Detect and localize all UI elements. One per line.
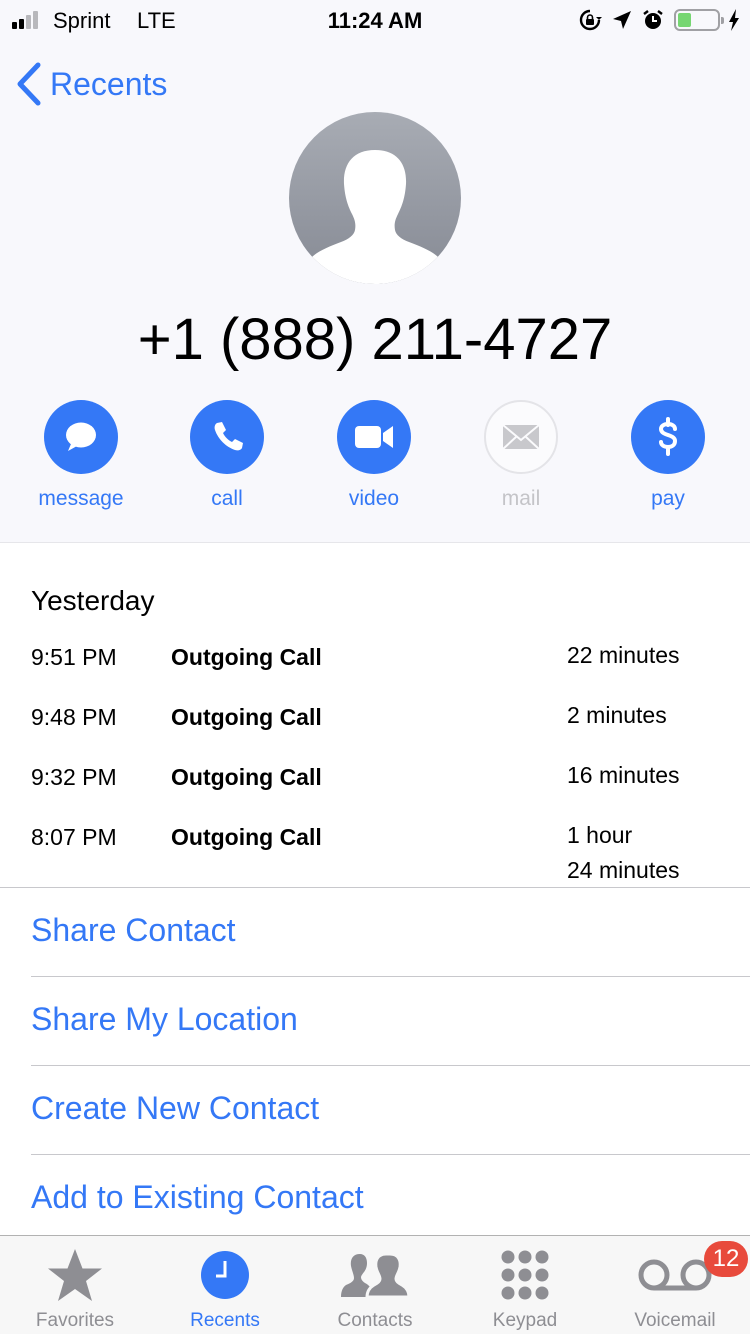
video-label: video xyxy=(348,487,400,510)
contact-avatar xyxy=(289,112,461,284)
call-duration: 2 minutes xyxy=(567,702,667,728)
create-new-contact-button[interactable]: Create New Contact xyxy=(0,1066,750,1155)
call-duration: 22 minutes xyxy=(567,642,680,668)
call-duration: 16 minutes xyxy=(567,762,680,788)
call-type: Outgoing Call xyxy=(171,764,322,790)
dollar-icon xyxy=(658,417,678,456)
call-history-row: 9:51 PM Outgoing Call 22 minutes xyxy=(0,640,750,700)
add-to-existing-contact-button[interactable]: Add to Existing Contact xyxy=(0,1155,750,1244)
tab-favorites[interactable]: Favorites xyxy=(0,1236,150,1334)
back-label: Recents xyxy=(50,65,168,102)
quick-actions: message call video mail pay xyxy=(0,400,750,520)
mail-label: mail xyxy=(501,487,541,510)
status-bar: Sprint LTE 11:24 AM xyxy=(0,0,750,40)
voicemail-icon xyxy=(638,1259,712,1291)
call-history-row: 8:07 PM Outgoing Call 1 hour 24 minutes xyxy=(0,820,750,883)
contacts-icon xyxy=(341,1252,410,1298)
contact-phone-number: +1 (888) 211-4727 xyxy=(137,307,613,372)
message-bubble-icon xyxy=(66,422,96,451)
call-button[interactable]: call xyxy=(167,400,287,511)
star-icon xyxy=(48,1249,102,1301)
back-button[interactable]: Recents xyxy=(16,62,167,106)
call-history-list: 9:51 PM Outgoing Call 22 minutes 9:48 PM… xyxy=(0,640,750,883)
contact-options-list: Share Contact Share My Location Create N… xyxy=(0,888,750,1244)
tab-contacts[interactable]: Contacts xyxy=(300,1236,450,1334)
tab-recents[interactable]: Recents xyxy=(150,1236,300,1334)
charging-bolt-icon xyxy=(729,9,739,31)
status-icons xyxy=(578,7,740,33)
envelope-icon xyxy=(502,424,540,450)
tab-bar: Favorites Recents Contacts Keypad Voicem… xyxy=(0,1235,750,1334)
call-time: 8:07 PM xyxy=(31,824,117,850)
call-time: 9:48 PM xyxy=(31,704,117,730)
call-type: Outgoing Call xyxy=(171,644,322,670)
message-label: message xyxy=(38,487,124,510)
voicemail-badge: 12 xyxy=(704,1241,748,1277)
location-arrow-icon xyxy=(613,11,631,29)
contact-detail-screen: Sprint LTE 11:24 AM Recents +1 (888) 211… xyxy=(0,0,750,1334)
pay-label: pay xyxy=(651,487,685,510)
share-contact-button[interactable]: Share Contact xyxy=(0,888,750,977)
person-silhouette-icon xyxy=(307,150,443,284)
mail-button[interactable]: mail xyxy=(461,400,581,511)
call-duration: 1 hour 24 minutes xyxy=(567,822,680,883)
tab-keypad[interactable]: Keypad xyxy=(450,1236,600,1334)
alarm-icon xyxy=(643,10,663,29)
phone-icon xyxy=(214,422,243,451)
call-history-row: 9:32 PM Outgoing Call 16 minutes xyxy=(0,760,750,820)
call-time: 9:51 PM xyxy=(31,644,117,670)
call-type: Outgoing Call xyxy=(171,824,322,850)
video-camera-icon xyxy=(355,426,393,448)
keypad-icon xyxy=(501,1250,549,1300)
call-history-row: 9:48 PM Outgoing Call 2 minutes xyxy=(0,700,750,760)
chevron-left-icon xyxy=(17,62,41,106)
share-my-location-button[interactable]: Share My Location xyxy=(0,977,750,1066)
call-time: 9:32 PM xyxy=(31,764,117,790)
message-button[interactable]: message xyxy=(21,400,141,511)
orientation-lock-icon xyxy=(579,9,602,31)
call-type: Outgoing Call xyxy=(171,704,322,730)
battery-icon xyxy=(674,9,724,31)
call-label: call xyxy=(211,487,243,510)
pay-button[interactable]: pay xyxy=(608,400,728,511)
clock-icon xyxy=(201,1251,249,1299)
contact-header-area: Sprint LTE 11:24 AM Recents +1 (888) 211… xyxy=(0,0,750,543)
video-button[interactable]: video xyxy=(314,400,434,511)
call-history-date-header: Yesterday xyxy=(31,585,155,616)
